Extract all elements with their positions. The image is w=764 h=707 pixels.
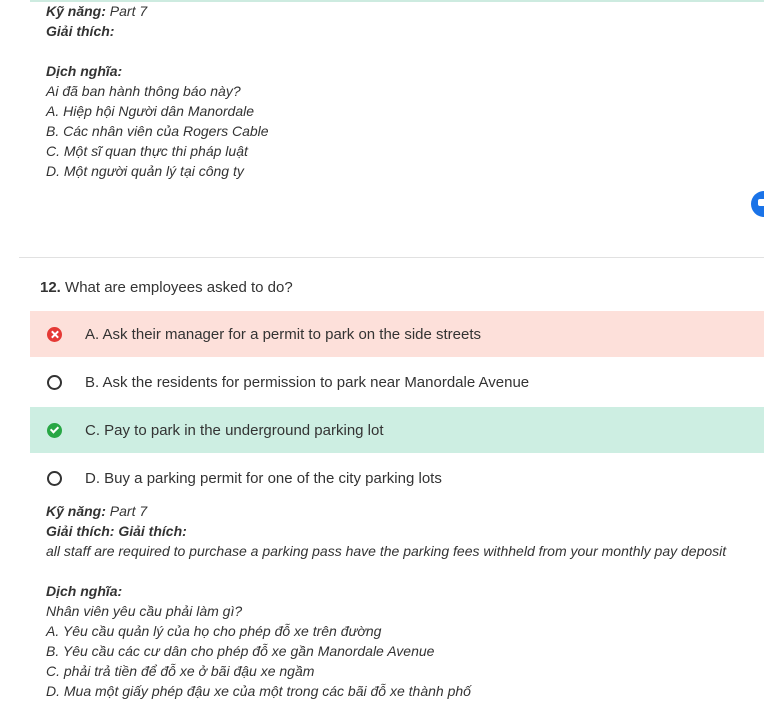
skill-label: Kỹ năng:: [46, 3, 106, 19]
correct-answer-icon: [47, 422, 62, 438]
answer-option-d[interactable]: D. Buy a parking permit for one of the c…: [30, 455, 764, 501]
option-label: B. Ask the residents for permission to p…: [85, 373, 530, 391]
radio-button-icon[interactable]: [47, 374, 62, 390]
answer-option-c[interactable]: C. Pay to park in the underground parkin…: [30, 407, 764, 453]
explain-line: Giải thích: Giải thích:: [46, 521, 726, 541]
translated-option-b: B. Các nhân viên của Rogers Cable: [46, 123, 269, 139]
question-title: 12. What are employees asked to do?: [40, 279, 293, 296]
translated-question: Nhân viên yêu cầu phải làm gì?: [46, 603, 243, 619]
radio-button-icon[interactable]: [47, 470, 62, 486]
translated-option-c: C. phải trả tiền để đỗ xe ở bãi đậu xe n…: [46, 663, 315, 679]
explain-label: Giải thích:: [46, 23, 115, 39]
previous-explanation: Kỹ năng: Part 7 Giải thích: Dịch nghĩa: …: [46, 1, 269, 181]
option-label: A. Ask their manager for a permit to par…: [85, 325, 482, 343]
skill-label: Kỹ năng:: [46, 503, 106, 519]
chat-icon[interactable]: [751, 191, 764, 217]
translated-option-c: C. Một sĩ quan thực thi pháp luật: [46, 143, 248, 159]
option-label: D. Buy a parking permit for one of the c…: [85, 469, 442, 487]
answer-explanation: Kỹ năng: Part 7 Giải thích: Giải thích: …: [46, 501, 726, 701]
translated-option-b: B. Yêu cầu các cư dân cho phép đỗ xe gần…: [46, 643, 435, 659]
translation-line: Dịch nghĩa:: [46, 61, 269, 81]
explain-label: Giải thích: Giải thích:: [46, 523, 187, 539]
translated-option-a: A. Yêu cầu quản lý của họ cho phép đỗ xe…: [46, 623, 382, 639]
translation-label: Dịch nghĩa:: [46, 583, 123, 599]
translated-option-d: D. Mua một giấy phép đậu xe của một tron…: [46, 683, 471, 699]
question-text: What are employees asked to do?: [65, 279, 293, 296]
option-label: C. Pay to park in the underground parkin…: [85, 421, 384, 439]
skill-line: Kỹ năng: Part 7: [46, 1, 269, 21]
translated-option-a: A. Hiệp hội Người dân Manordale: [46, 103, 255, 119]
translated-option-d: D. Một người quản lý tại công ty: [46, 163, 244, 179]
skill-value: Part 7: [109, 503, 148, 519]
explain-text: all staff are required to purchase a par…: [46, 543, 727, 559]
translation-line: Dịch nghĩa:: [46, 581, 726, 601]
explain-line: Giải thích:: [46, 21, 269, 41]
answer-option-a[interactable]: A. Ask their manager for a permit to par…: [30, 311, 764, 357]
question-number: 12.: [40, 279, 61, 296]
question-divider: [19, 257, 764, 258]
skill-value: Part 7: [109, 3, 148, 19]
answer-option-b[interactable]: B. Ask the residents for permission to p…: [30, 359, 764, 405]
translated-question: Ai đã ban hành thông báo này?: [46, 83, 241, 99]
skill-line: Kỹ năng: Part 7: [46, 501, 726, 521]
translation-label: Dịch nghĩa:: [46, 63, 123, 79]
wrong-answer-icon: [47, 326, 62, 342]
